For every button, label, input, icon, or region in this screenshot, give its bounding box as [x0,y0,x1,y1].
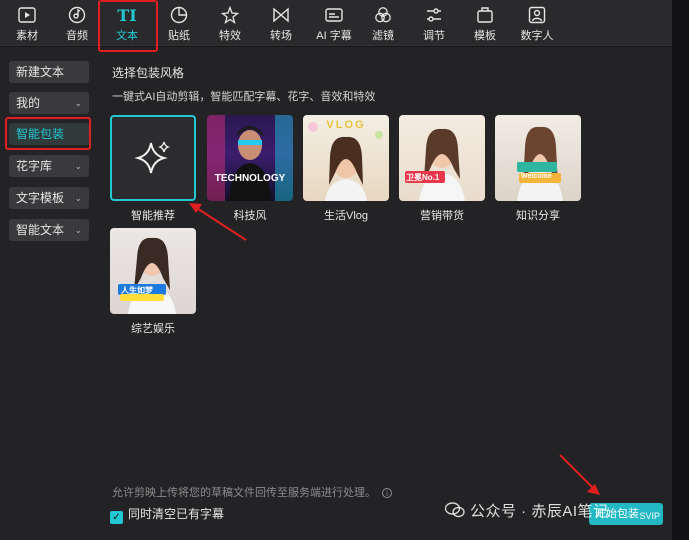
wechat-icon [445,502,465,518]
watermark-text: 公众号 · 赤辰AI笔记 [470,503,609,520]
annotation-arrows [189,203,600,495]
app-window: 素材 音频 TI 文本 贴纸 特效 转场 AI 字幕 滤镜 调节 模板 数字人 … [0,0,689,540]
